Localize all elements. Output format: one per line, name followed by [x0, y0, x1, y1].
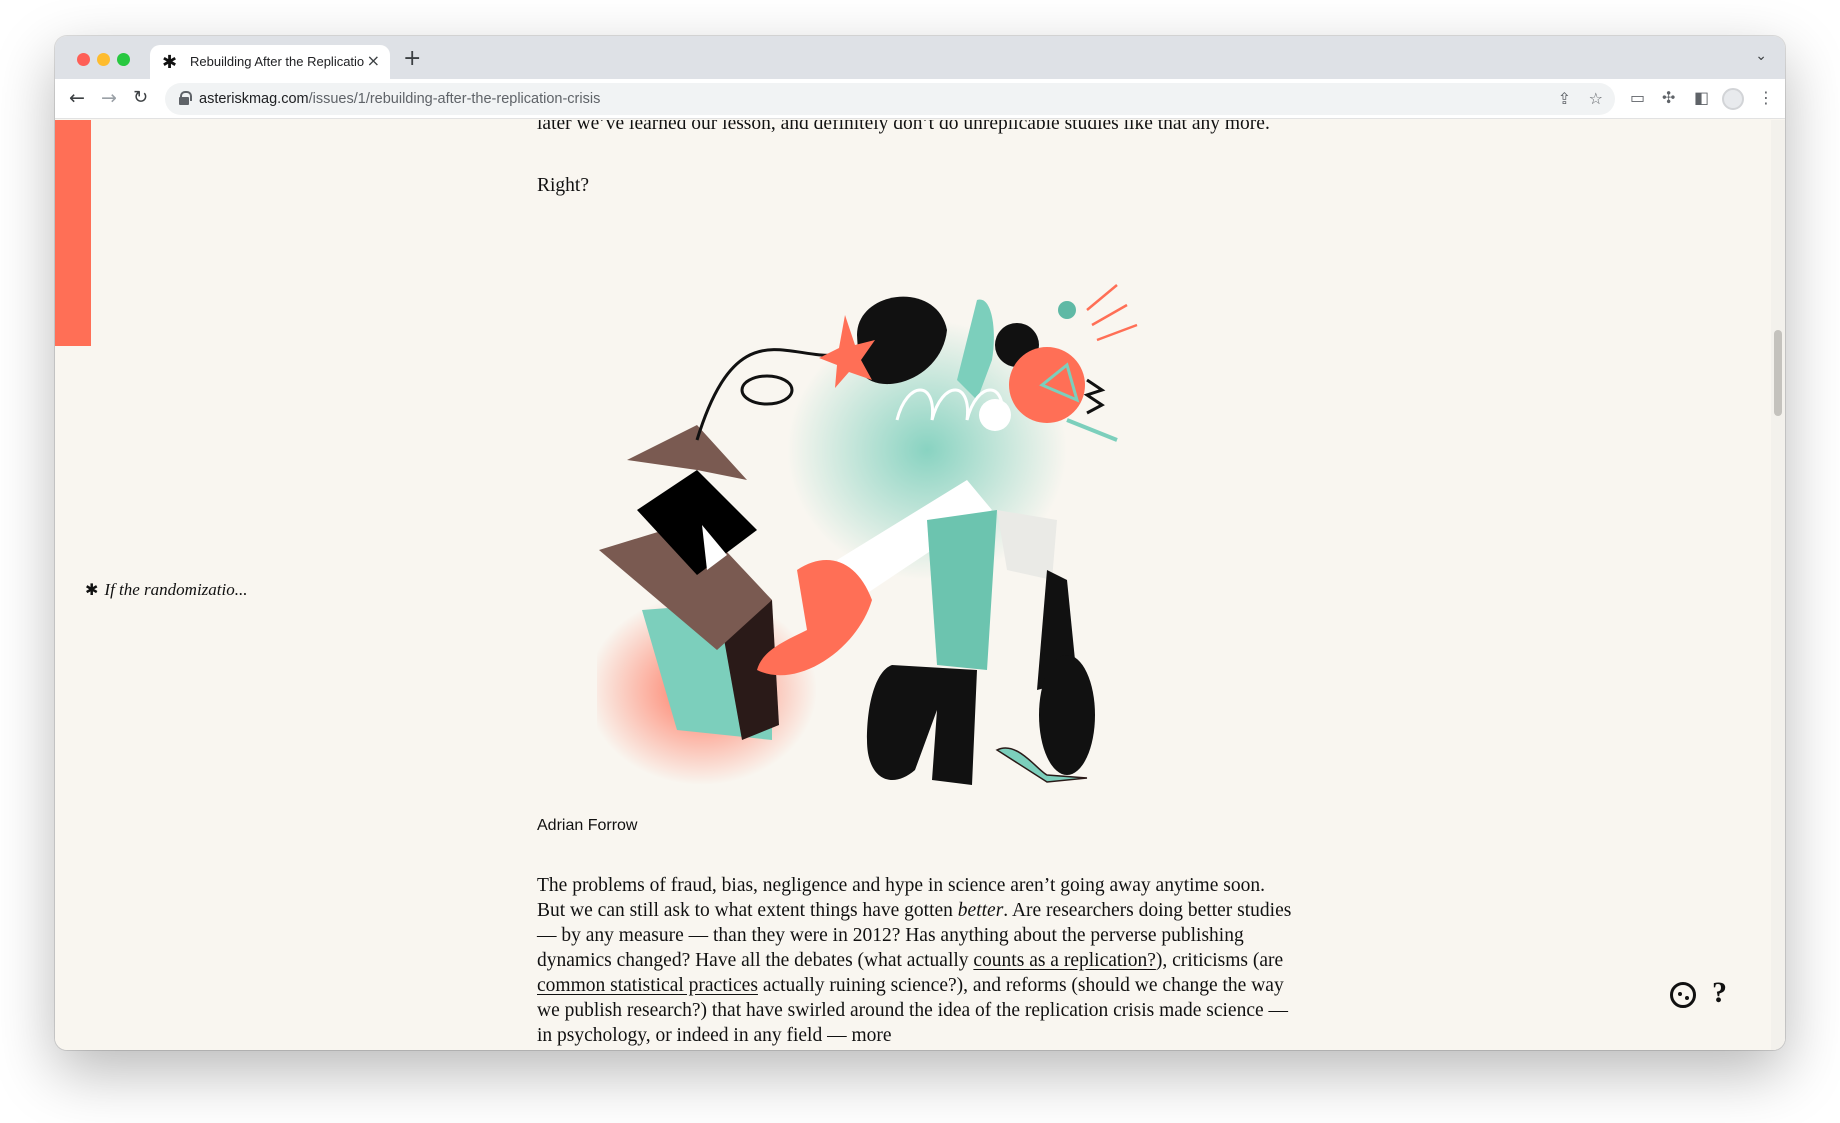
side-panel-icon[interactable]: ◧: [1694, 88, 1709, 107]
url-path: /issues/1/rebuilding-after-the-replicati…: [308, 91, 601, 107]
tab-strip: ✱ Rebuilding After the Replicatio × + ⌄: [55, 36, 1785, 79]
profile-avatar[interactable]: [1722, 88, 1744, 110]
link-statistical-practices[interactable]: common statistical practices: [537, 975, 758, 996]
more-menu-icon[interactable]: ⋮: [1758, 88, 1774, 107]
extensions-puzzle-icon[interactable]: ✣: [1662, 88, 1675, 107]
asterisk-favicon-icon: ✱: [162, 52, 178, 73]
forward-arrow-icon[interactable]: →: [101, 87, 117, 109]
bookmark-star-icon[interactable]: ☆: [1589, 89, 1603, 108]
scrollbar[interactable]: [1771, 120, 1785, 1050]
back-arrow-icon[interactable]: ←: [69, 87, 85, 109]
paragraph-top: later we’ve learned our lesson, and defi…: [537, 120, 1270, 134]
illustration-credit: Adrian Forrow: [537, 817, 638, 834]
face-icon[interactable]: [1670, 982, 1696, 1008]
asterisk-icon: ✱: [85, 580, 99, 599]
paragraph-main: The problems of fraud, bias, negligence …: [537, 873, 1297, 1048]
help-button[interactable]: ?: [1712, 976, 1727, 1010]
link-replication[interactable]: counts as a replication?: [973, 950, 1155, 971]
paragraph-text-3: ), criticisms (are: [1155, 950, 1284, 971]
maximize-window-button[interactable]: [117, 53, 130, 66]
tab-close-icon[interactable]: ×: [367, 51, 380, 70]
article-illustration: [597, 284, 1138, 785]
active-tab[interactable]: ✱ Rebuilding After the Replicatio ×: [150, 45, 390, 79]
page-viewport: ✱ If the randomizatio... later we’ve lear…: [55, 120, 1785, 1050]
scrollbar-thumb[interactable]: [1774, 330, 1782, 416]
address-bar[interactable]: asteriskmag.com/issues/1/rebuilding-afte…: [165, 83, 1615, 115]
new-tab-icon[interactable]: +: [403, 46, 421, 71]
paragraph-emphasis: better: [957, 900, 1004, 921]
browser-toolbar: ← → ↻ asteriskmag.com/issues/1/rebuildin…: [55, 79, 1785, 119]
footnote-sidenote[interactable]: ✱ If the randomizatio...: [85, 580, 248, 600]
url-domain: asteriskmag.com: [199, 91, 309, 107]
reload-icon[interactable]: ↻: [133, 87, 148, 108]
close-window-button[interactable]: [77, 53, 90, 66]
tab-title: Rebuilding After the Replicatio: [190, 54, 365, 69]
lock-icon[interactable]: [179, 91, 192, 105]
tab-search-chevron-icon[interactable]: ⌄: [1755, 48, 1767, 64]
progress-accent-bar: [55, 120, 91, 346]
cast-icon[interactable]: ▭: [1630, 88, 1645, 107]
minimize-window-button[interactable]: [97, 53, 110, 66]
footnote-text: If the randomizatio...: [104, 580, 248, 599]
browser-window: ✱ Rebuilding After the Replicatio × + ⌄ …: [55, 36, 1785, 1050]
paragraph-right: Right?: [537, 175, 589, 196]
share-icon[interactable]: ⇪: [1558, 89, 1571, 108]
url-text[interactable]: asteriskmag.com/issues/1/rebuilding-afte…: [199, 91, 600, 107]
